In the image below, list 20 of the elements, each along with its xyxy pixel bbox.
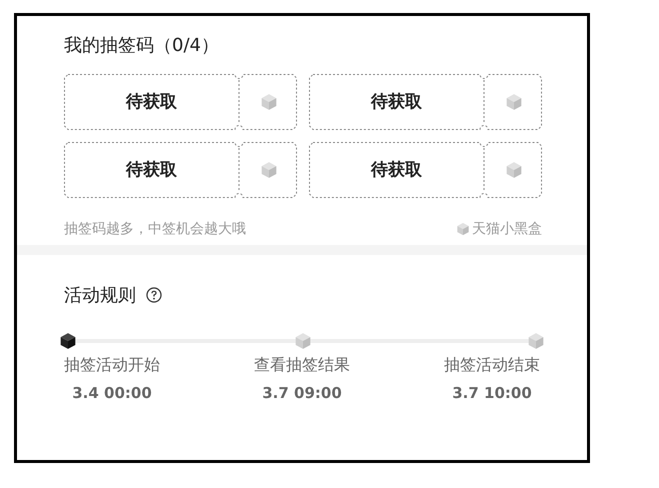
step-label: 查看抽签结果 [254,355,350,376]
slot-status: 待获取 [124,159,178,182]
step-time: 3.7 09:00 [262,384,342,402]
brand-name: 天猫小黑盒 [472,220,542,238]
hint-text: 抽签码越多，中签机会越大哦 [64,220,246,238]
cube-icon [505,161,523,179]
cube-icon [456,222,470,236]
cube-icon [505,93,523,111]
help-icon[interactable] [146,287,162,303]
step-time: 3.7 10:00 [452,384,532,402]
cube-icon [260,93,278,111]
slot-status: 待获取 [370,159,423,182]
slot-status: 待获取 [370,91,423,114]
section-title: 活动规则 [64,284,136,307]
cube-icon [260,161,278,179]
step-label: 抽签活动开始 [64,355,160,376]
section-title: 我的抽签码（0/4） [64,34,219,57]
slot-status: 待获取 [124,91,178,114]
step-label: 抽签活动结束 [444,355,540,376]
step-time: 3.4 00:00 [72,384,152,402]
